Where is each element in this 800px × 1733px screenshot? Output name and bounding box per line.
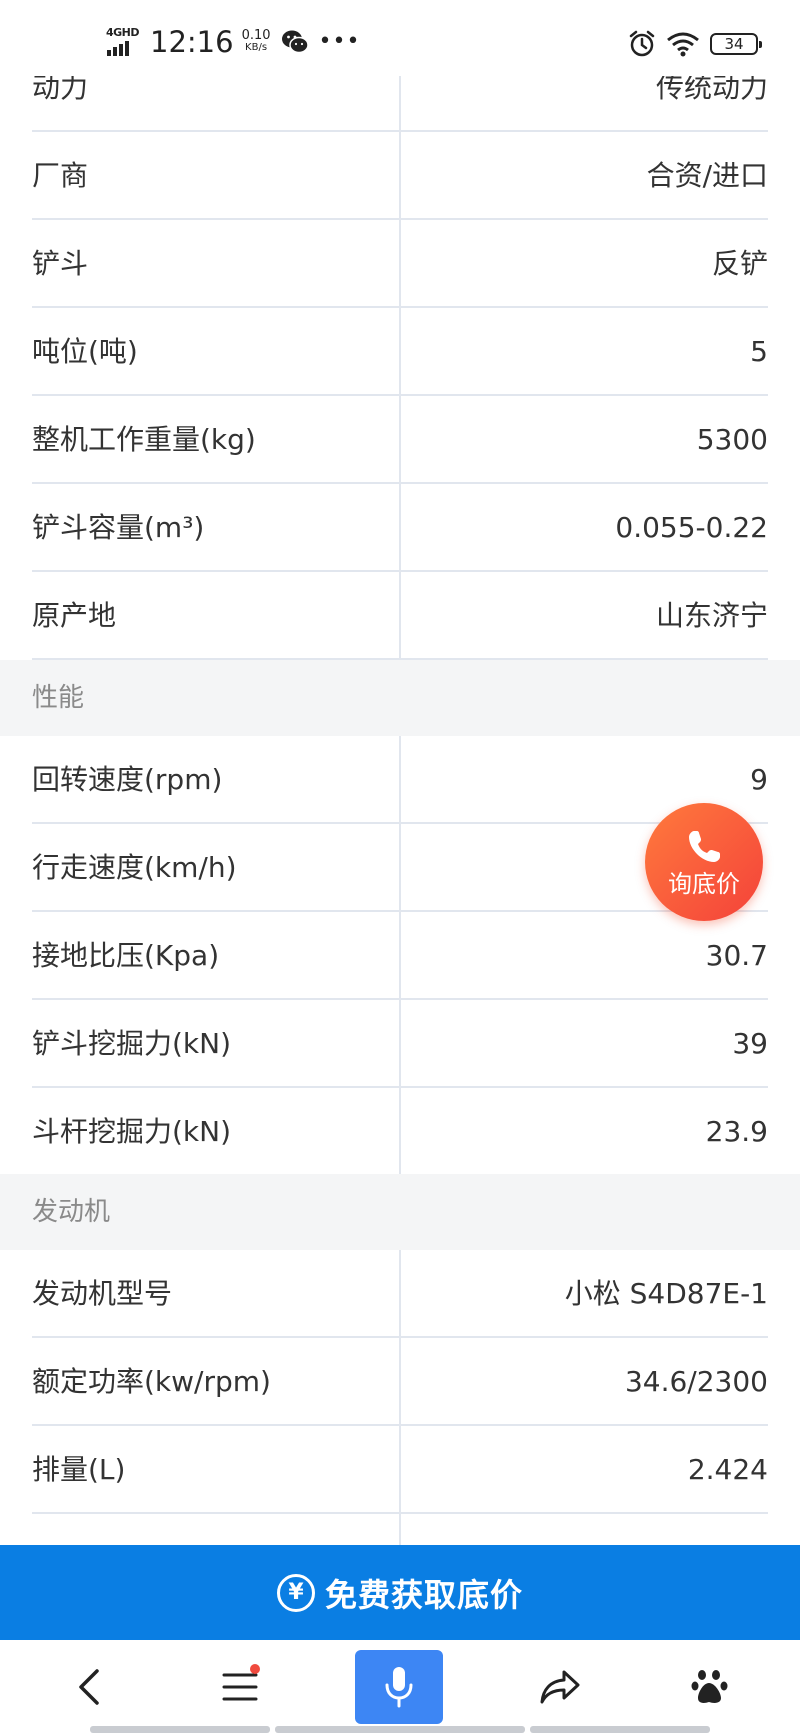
- alarm-icon: [629, 30, 655, 57]
- spec-row-operating-weight: 整机工作重量(kg) 5300: [0, 396, 800, 484]
- spec-row-bucket: 铲斗 反铲: [0, 220, 800, 308]
- spec-label: 原产地: [32, 599, 117, 632]
- spec-value: 小松 S4D87E-1: [564, 1277, 768, 1310]
- notification-dot: [250, 1664, 260, 1674]
- spec-value: 5300: [696, 423, 768, 456]
- mic-icon: [385, 1667, 413, 1708]
- paw-icon: [691, 1669, 728, 1703]
- column-divider: [399, 220, 401, 308]
- section-title: 性能: [32, 683, 85, 713]
- spec-label: 铲斗挖掘力(kN): [32, 1027, 232, 1060]
- back-button[interactable]: [50, 1640, 130, 1733]
- section-engine: 发动机: [0, 1174, 800, 1250]
- gesture-bar: [275, 1726, 525, 1733]
- voice-search-button[interactable]: [355, 1650, 443, 1724]
- spec-label: 斗杆挖掘力(kN): [32, 1115, 232, 1148]
- column-divider: [399, 1514, 401, 1545]
- column-divider: [399, 1338, 401, 1426]
- column-divider: [399, 1000, 401, 1088]
- spec-value: 30.7: [705, 939, 768, 972]
- column-divider: [399, 1088, 401, 1176]
- column-divider: [399, 736, 401, 824]
- phone-icon: [689, 831, 720, 862]
- spec-label: 发动机型号: [32, 1277, 173, 1310]
- spec-value: 23.9: [705, 1115, 768, 1148]
- spec-row-bucket-digging-force: 铲斗挖掘力(kN) 39: [0, 1000, 800, 1088]
- spec-label: 行走速度(km/h): [32, 851, 237, 884]
- get-lowest-price-button[interactable]: ¥ 免费获取底价: [0, 1545, 800, 1640]
- spec-label: 厂商: [32, 159, 89, 192]
- spec-row-engine-model: 发动机型号 小松 S4D87E-1: [0, 1250, 800, 1338]
- spec-value: 34.6/2300: [624, 1365, 768, 1398]
- column-divider: [399, 1250, 401, 1338]
- baidu-button[interactable]: [670, 1640, 750, 1733]
- network-speed: 0.10 KB/s: [241, 28, 271, 53]
- wechat-icon: [281, 30, 309, 54]
- menu-button[interactable]: [200, 1640, 280, 1733]
- column-divider: [399, 824, 401, 912]
- spec-value: 山东济宁: [655, 599, 768, 632]
- wifi-icon: [667, 32, 699, 57]
- spec-label: 回转速度(rpm): [32, 763, 223, 796]
- spec-row-origin: 原产地 山东济宁: [0, 572, 800, 660]
- spec-label: 铲斗: [32, 247, 89, 280]
- spec-label: 额定功率(kw/rpm): [32, 1365, 271, 1398]
- share-icon: [540, 1670, 580, 1703]
- spec-row-manufacturer: 厂商 合资/进口: [0, 132, 800, 220]
- spec-value: 5: [750, 335, 768, 368]
- spec-row-tonnage: 吨位(吨) 5: [0, 308, 800, 396]
- battery-icon: 34: [710, 33, 762, 55]
- column-divider: [399, 396, 401, 484]
- column-divider: [399, 308, 401, 396]
- spec-label: 整机工作重量(kg): [32, 423, 256, 456]
- menu-icon: [222, 1673, 258, 1700]
- gesture-bar: [90, 1726, 270, 1733]
- column-divider: [399, 1426, 401, 1514]
- spec-row-partial: [0, 1514, 800, 1545]
- column-divider: [399, 132, 401, 220]
- column-divider: [399, 912, 401, 1000]
- spec-label: 铲斗容量(m³): [32, 511, 205, 544]
- get-lowest-price-label: 免费获取底价: [324, 1575, 523, 1614]
- spec-value: 9: [750, 763, 768, 796]
- spec-value: 2.424: [687, 1453, 768, 1486]
- inquiry-price-label: 询底价: [668, 870, 740, 898]
- spec-label: 排量(L): [32, 1453, 126, 1486]
- status-bar: 4GHD 12:16 0.10 KB/s ••• 34: [0, 0, 800, 76]
- yen-icon: ¥: [276, 1573, 315, 1612]
- spec-row-displacement: 排量(L) 2.424: [0, 1426, 800, 1514]
- spec-value: 0.055-0.22: [615, 511, 768, 544]
- spec-label: 接地比压(Kpa): [32, 939, 220, 972]
- spec-row-bucket-capacity: 铲斗容量(m³) 0.055-0.22: [0, 484, 800, 572]
- back-icon: [79, 1668, 99, 1705]
- inquiry-price-button[interactable]: 询底价: [645, 803, 763, 921]
- spec-value: 39: [732, 1027, 768, 1060]
- spec-row-rated-power: 额定功率(kw/rpm) 34.6/2300: [0, 1338, 800, 1426]
- bottom-nav: [0, 1640, 800, 1733]
- signal-icon: 4GHD: [106, 26, 142, 58]
- section-title: 发动机: [32, 1197, 111, 1227]
- spec-row-arm-digging-force: 斗杆挖掘力(kN) 23.9: [0, 1088, 800, 1176]
- column-divider: [399, 484, 401, 572]
- spec-value: 反铲: [711, 247, 768, 280]
- clock: 12:16: [150, 25, 234, 59]
- spec-row-ground-pressure: 接地比压(Kpa) 30.7: [0, 912, 800, 1000]
- share-button[interactable]: [520, 1640, 600, 1733]
- spec-label: 吨位(吨): [32, 335, 138, 368]
- more-icon: •••: [318, 29, 361, 54]
- section-performance: 性能: [0, 660, 800, 736]
- spec-value: 合资/进口: [646, 159, 768, 192]
- spec-list[interactable]: 动力 传统动力 厂商 合资/进口 铲斗 反铲 吨位(吨) 5 整机工作重量(kg…: [0, 0, 800, 1545]
- gesture-bar: [530, 1726, 710, 1733]
- column-divider: [399, 572, 401, 660]
